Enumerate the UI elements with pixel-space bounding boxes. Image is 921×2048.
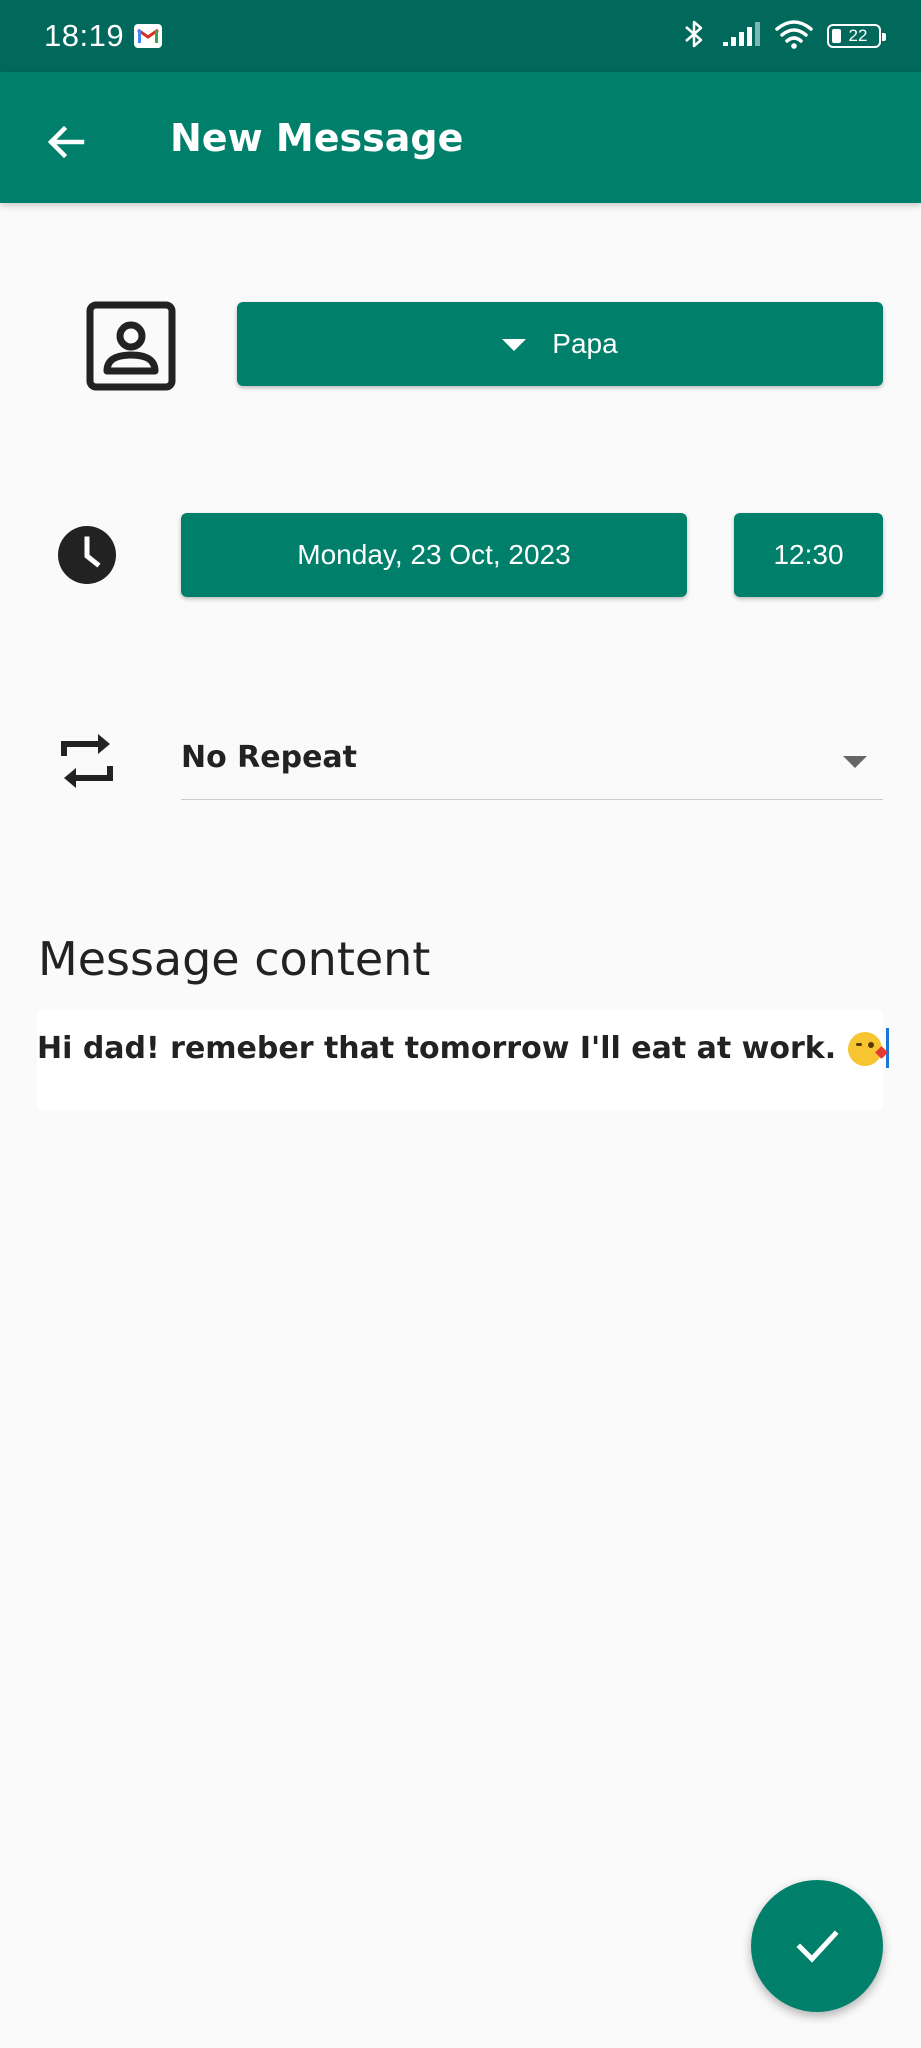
check-icon [796, 1930, 839, 1963]
text-cursor [886, 1028, 890, 1068]
repeat-value: No Repeat [181, 740, 358, 775]
repeat-dropdown[interactable]: No Repeat [181, 722, 883, 800]
repeat-icon [58, 730, 116, 792]
app-bar: New Message [0, 72, 921, 203]
status-right: 22 [681, 18, 886, 54]
caret-down-icon [502, 339, 527, 351]
message-content-heading: Message content [38, 932, 431, 986]
status-time: 18:19 [44, 18, 125, 53]
save-fab-button[interactable] [751, 1880, 883, 2012]
contact-value: Papa [552, 328, 618, 359]
message-text: Hi dad! remeber that tomorrow I'll eat a… [37, 1030, 837, 1066]
battery-icon: 22 [827, 24, 886, 48]
contact-dropdown[interactable]: Papa [237, 302, 883, 386]
time-value: 12:30 [773, 539, 844, 570]
message-input[interactable]: Hi dad! remeber that tomorrow I'll eat a… [37, 1010, 890, 1110]
signal-icon [721, 20, 761, 52]
wifi-icon [775, 19, 813, 53]
caret-down-icon [843, 756, 867, 768]
kissing-face-emoji-icon [848, 1032, 888, 1066]
back-button[interactable] [36, 112, 96, 172]
status-bar: 18:19 22 [0, 0, 921, 72]
gmail-icon [134, 24, 163, 48]
contact-icon [86, 301, 176, 391]
clock-icon [56, 524, 118, 586]
bluetooth-icon [681, 18, 707, 54]
arrow-left-icon [47, 125, 85, 159]
date-button[interactable]: Monday, 23 Oct, 2023 [181, 513, 687, 597]
time-button[interactable]: 12:30 [734, 513, 883, 597]
message-text-wrapper: Hi dad! remeber that tomorrow I'll eat a… [37, 1028, 890, 1068]
page-title: New Message [170, 115, 464, 160]
status-left: 18:19 [44, 18, 163, 54]
battery-level: 22 [848, 26, 868, 45]
date-value: Monday, 23 Oct, 2023 [297, 539, 571, 570]
